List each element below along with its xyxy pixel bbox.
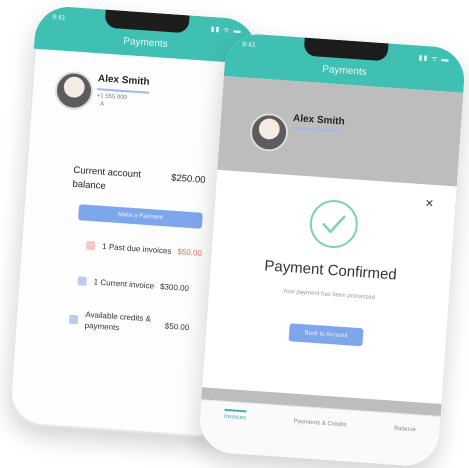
back-to-account-button[interactable]: Back to Account xyxy=(288,323,364,347)
checkmark-icon xyxy=(308,198,360,250)
make-payment-button[interactable]: Make a Payment xyxy=(77,204,203,229)
credit-icon xyxy=(68,314,79,325)
screen-title: Payments xyxy=(321,63,368,78)
status-time: 9:41 xyxy=(241,41,256,50)
list-item-amount: $50.00 xyxy=(164,321,190,332)
screen-title: Payments xyxy=(122,35,169,50)
list-item[interactable]: 1 Current invoice $300.00 xyxy=(77,276,189,293)
tab-payments-credits[interactable]: Payments & Credits xyxy=(293,419,346,429)
document-icon xyxy=(77,276,88,286)
tab-invoices[interactable]: Invoices xyxy=(223,408,247,422)
avatar[interactable] xyxy=(53,70,95,111)
user-detail: +1 555 000 xyxy=(96,93,128,102)
list-item-amount: $50.00 xyxy=(177,247,203,258)
close-icon[interactable]: × xyxy=(425,194,434,211)
balance-amount: $250.00 xyxy=(170,172,206,186)
modal-subtitle: Your payment has been processed xyxy=(282,288,376,302)
list-item-label: 1 Past due invoices xyxy=(101,241,172,256)
right-phone: 9:41 ▮▮ ᯤ ▬ Payments Alex Smith × Paymen… xyxy=(197,32,467,468)
invoice-icon xyxy=(85,240,96,251)
list-item-label: Available credits & payments xyxy=(84,309,152,333)
list-item[interactable]: 1 Past due invoices $50.00 xyxy=(85,240,203,258)
user-detail-2: A xyxy=(99,101,105,108)
list-item[interactable]: Available credits & payments $50.00 xyxy=(68,308,219,341)
list-item-amount: $300.00 xyxy=(159,282,190,294)
payment-confirmed-modal: × Payment Confirmed Your payment has bee… xyxy=(202,169,457,405)
balance-label: Current account balance xyxy=(72,164,142,193)
modal-title: Payment Confirmed xyxy=(263,257,398,284)
status-icons: ▮▮ ᯤ ▬ xyxy=(418,54,450,64)
status-time: 9:41 xyxy=(51,13,66,22)
tab-balance[interactable]: Balance xyxy=(394,426,416,433)
list-item-label: 1 Current invoice xyxy=(93,277,155,291)
user-name: Alex Smith xyxy=(97,73,150,88)
